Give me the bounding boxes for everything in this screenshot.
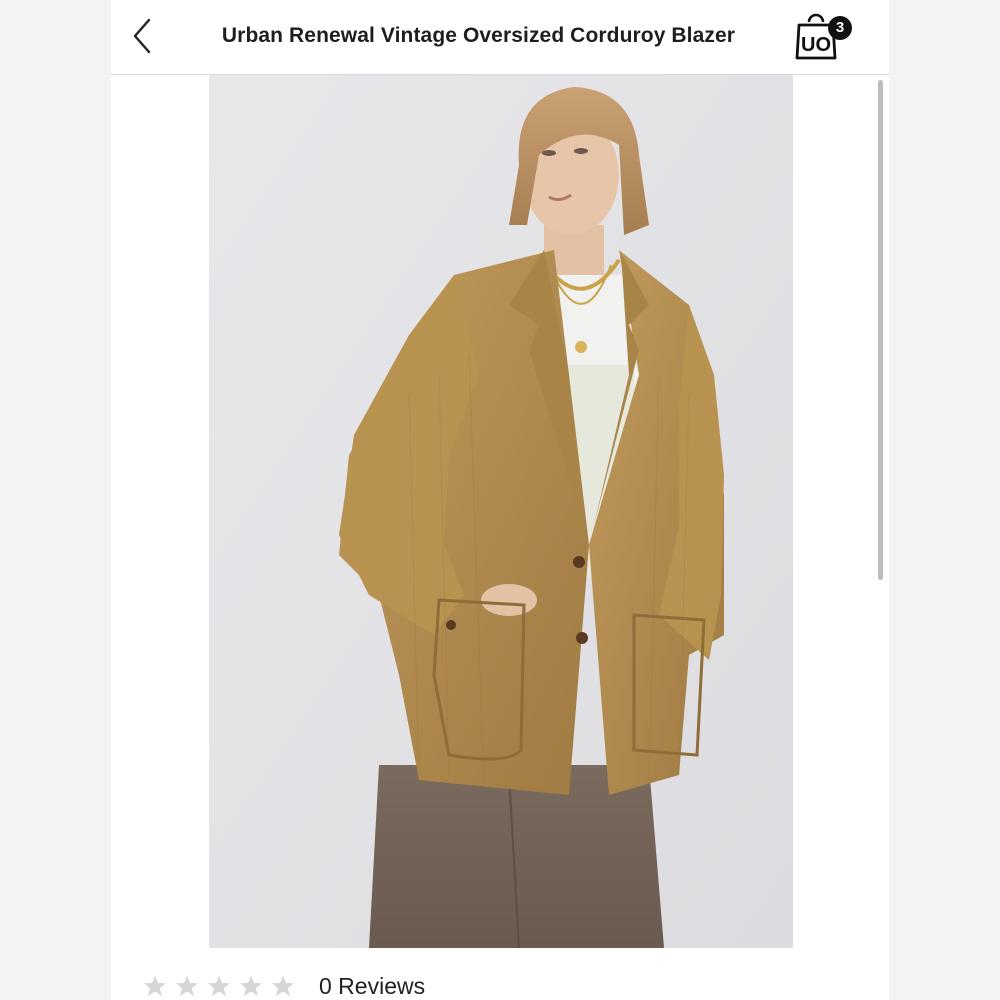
star-icon [144, 975, 166, 996]
product-image[interactable] [209, 75, 793, 948]
left-gutter [0, 0, 111, 1000]
star-icon [272, 975, 294, 996]
product-page: Urban Renewal Vintage Oversized Corduroy… [111, 0, 889, 1000]
bag-logo: UO [801, 34, 831, 56]
star-rating[interactable] [143, 974, 295, 998]
shopping-bag-button[interactable]: UO [794, 10, 858, 64]
cart-count-badge: 3 [828, 16, 852, 40]
top-bar: Urban Renewal Vintage Oversized Corduroy… [111, 0, 889, 75]
back-button[interactable] [125, 16, 161, 56]
page-title: Urban Renewal Vintage Oversized Corduroy… [221, 24, 736, 47]
shopping-bag-icon: UO [795, 13, 837, 60]
chevron-left-icon [133, 18, 151, 54]
right-gutter [889, 0, 1000, 1000]
star-icon [176, 975, 198, 996]
star-icon [208, 975, 230, 996]
product-photo [209, 75, 793, 948]
scrollbar[interactable] [878, 80, 883, 580]
rating-row: 0 Reviews [143, 968, 425, 1000]
reviews-link[interactable]: 0 Reviews [319, 973, 425, 1000]
star-icon [240, 975, 262, 996]
